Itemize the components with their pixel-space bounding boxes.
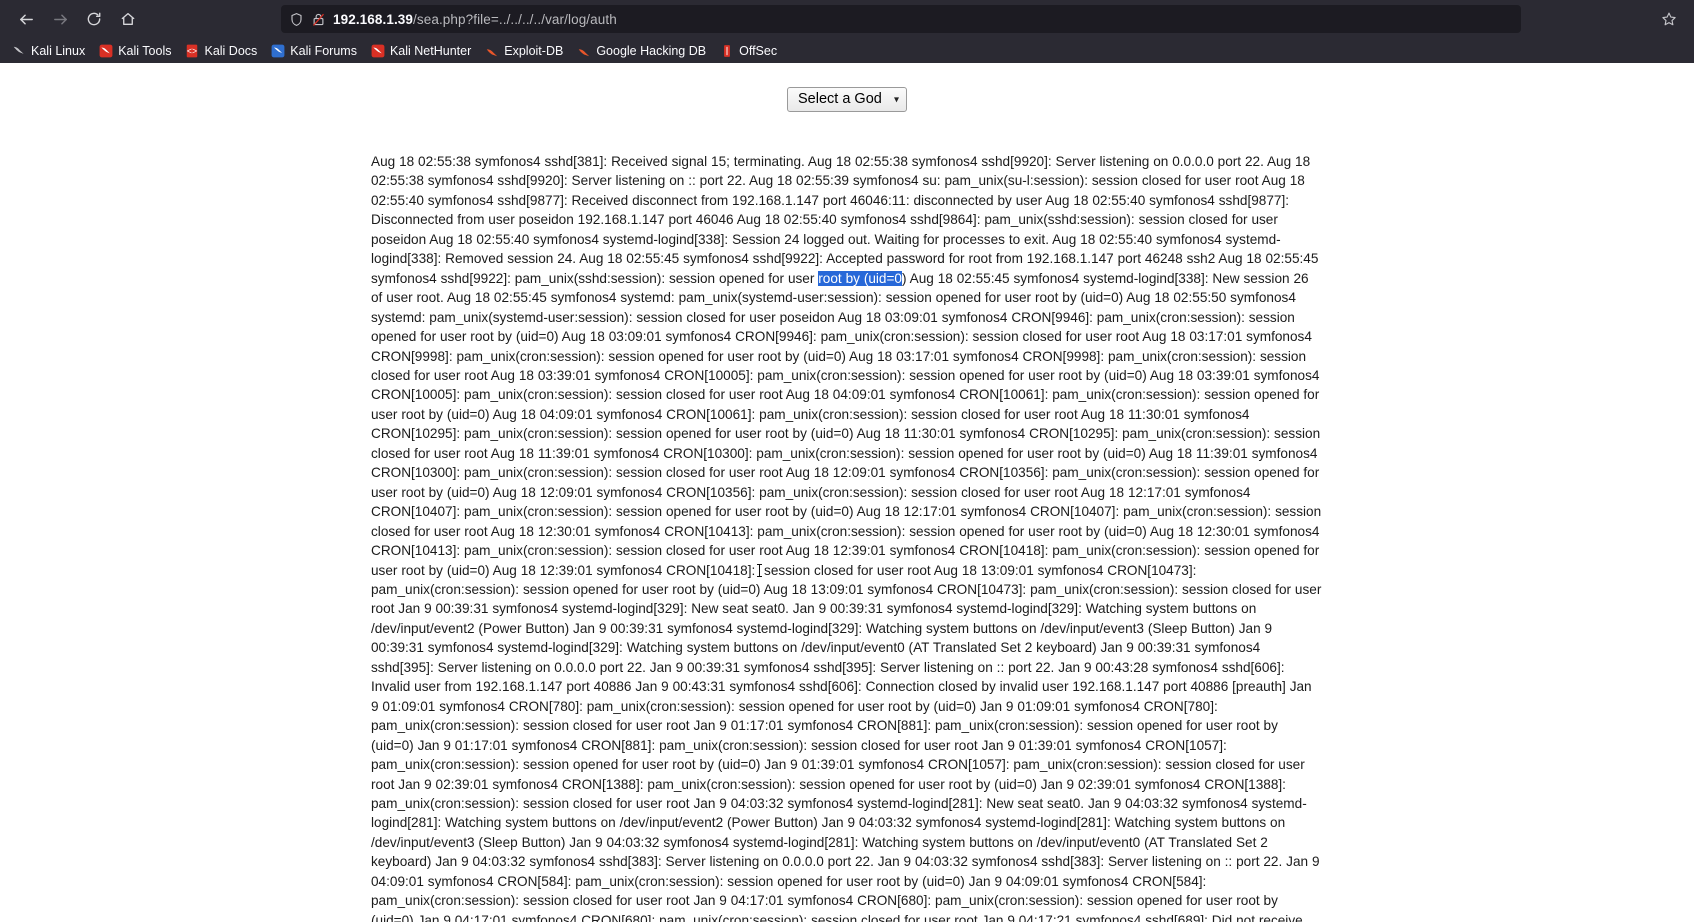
offsec-icon (720, 44, 734, 58)
reload-button[interactable] (78, 4, 110, 34)
bookmark-kali-nethunter[interactable]: Kali NetHunter (365, 42, 477, 60)
lock-crossed-icon[interactable] (311, 12, 326, 27)
log-segment-after-selection-1: ) Aug 18 02:55:45 symfonos4 systemd-logi… (371, 270, 1322, 578)
navigation-toolbar: 192.168.1.39/sea.php?file=../../../../va… (0, 0, 1694, 38)
exploit-db-icon (485, 44, 499, 58)
forward-button[interactable] (44, 4, 76, 34)
selected-text-highlight: root by (uid=0 (818, 270, 902, 286)
url-bar[interactable]: 192.168.1.39/sea.php?file=../../../../va… (281, 5, 1521, 33)
bookmark-label: Kali Docs (204, 43, 258, 58)
kali-forums-icon (271, 44, 285, 58)
back-button[interactable] (10, 4, 42, 34)
bookmarks-bar: Kali Linux Kali Tools <> Kali Docs Kali … (0, 38, 1694, 63)
god-select-row: Select a God ▾ (0, 63, 1694, 112)
bookmark-google-hacking-db[interactable]: Google Hacking DB (571, 42, 712, 60)
log-segment-after-selection-2: session closed for user root Aug 18 13:0… (371, 562, 1322, 922)
text-cursor-icon (757, 563, 763, 577)
log-segment-before-selection: Aug 18 02:55:38 symfonos4 sshd[381]: Rec… (371, 154, 1319, 286)
bookmark-star-icon[interactable] (1654, 5, 1684, 33)
bookmark-label: Exploit-DB (504, 43, 564, 58)
bookmark-label: Kali Tools (118, 43, 172, 58)
ghdb-icon (577, 44, 591, 58)
home-button[interactable] (112, 4, 144, 34)
kali-docs-icon: <> (185, 44, 199, 58)
bookmark-exploit-db[interactable]: Exploit-DB (479, 42, 569, 60)
auth-log-text[interactable]: Aug 18 02:55:38 symfonos4 sshd[381]: Rec… (371, 152, 1323, 922)
url-path: /sea.php?file=../../../../var/log/auth (413, 11, 617, 27)
nethunter-icon (371, 44, 385, 58)
kali-dragon-icon (12, 44, 26, 58)
svg-text:<>: <> (187, 45, 197, 55)
shield-icon[interactable] (289, 12, 304, 27)
bookmark-label: Kali Linux (31, 43, 86, 58)
bookmark-kali-docs[interactable]: <> Kali Docs (179, 42, 263, 60)
bookmark-label: Google Hacking DB (596, 43, 707, 58)
page-content: Select a God ▾ Aug 18 02:55:38 symfonos4… (0, 63, 1694, 922)
log-output-container: Aug 18 02:55:38 symfonos4 sshd[381]: Rec… (371, 112, 1323, 922)
kali-tools-icon (99, 44, 113, 58)
god-select-dropdown[interactable]: Select a God (787, 87, 907, 112)
bookmark-label: Kali NetHunter (389, 43, 472, 58)
bookmark-kali-forums[interactable]: Kali Forums (265, 42, 363, 60)
browser-chrome: 192.168.1.39/sea.php?file=../../../../va… (0, 0, 1694, 63)
url-host: 192.168.1.39 (333, 11, 414, 27)
bookmark-offsec[interactable]: OffSec (714, 42, 783, 60)
url-text: 192.168.1.39/sea.php?file=../../../../va… (333, 12, 617, 27)
bookmark-label: OffSec (739, 43, 778, 58)
bookmark-label: Kali Forums (290, 43, 357, 58)
bookmark-kali-tools[interactable]: Kali Tools (93, 42, 177, 60)
bookmark-kali-linux[interactable]: Kali Linux (6, 42, 91, 60)
